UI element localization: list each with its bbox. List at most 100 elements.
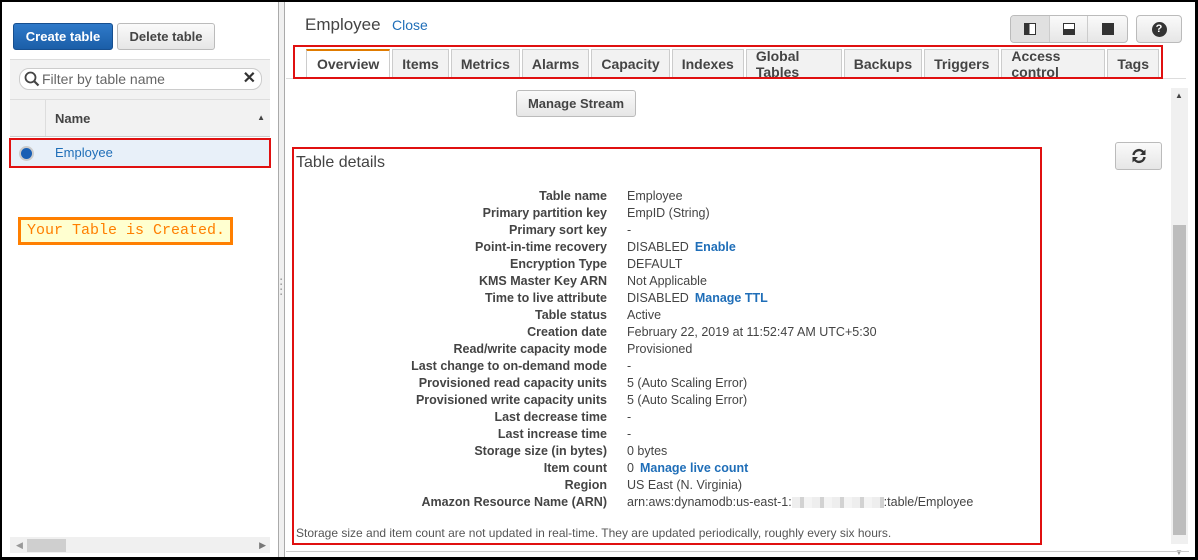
filter-bar: ✕ bbox=[10, 59, 270, 99]
sort-ascending-icon[interactable]: ▲ bbox=[257, 113, 265, 122]
create-table-button[interactable]: Create table bbox=[13, 23, 113, 50]
tab-overview[interactable]: Overview bbox=[306, 49, 391, 77]
detail-key: Region bbox=[564, 478, 607, 492]
detail-value: Provisioned bbox=[627, 341, 692, 358]
detail-action-link[interactable]: Manage TTL bbox=[695, 291, 768, 305]
filter-input[interactable] bbox=[42, 71, 237, 87]
scrollbar-thumb[interactable] bbox=[1173, 225, 1186, 535]
detail-value: - bbox=[627, 222, 631, 239]
view-mode-group bbox=[1010, 15, 1128, 43]
detail-value-text: - bbox=[627, 410, 632, 424]
tab-tags[interactable]: Tags bbox=[1107, 49, 1159, 77]
scrollbar-thumb[interactable] bbox=[27, 539, 66, 552]
table-details-section: Table details Table name Employee Primary … bbox=[292, 147, 1042, 545]
vertical-scrollbar[interactable]: ▲ ▼ bbox=[1171, 88, 1188, 557]
detail-value: - bbox=[627, 409, 631, 426]
detail-key: KMS Master Key ARN bbox=[478, 274, 607, 288]
drag-handle-icon[interactable]: ▪ ▪ ▪ ▪ bbox=[280, 277, 282, 298]
detail-row: KMS Master Key ARN Not Applicable bbox=[294, 273, 1034, 290]
detail-key: Last decrease time bbox=[494, 410, 607, 424]
manage-stream-button[interactable]: Manage Stream bbox=[516, 90, 636, 117]
detail-value: Active bbox=[627, 307, 661, 324]
row-radio-selected[interactable] bbox=[19, 146, 34, 161]
detail-row: Primary sort key - bbox=[294, 222, 1034, 239]
annotation-table-created: Your Table is Created. bbox=[18, 217, 233, 245]
detail-value-text: - bbox=[627, 223, 632, 237]
storage-update-note: Storage size and item count are not upda… bbox=[296, 526, 892, 540]
tab-triggers[interactable]: Triggers bbox=[924, 49, 1000, 77]
detail-value-text: 5 (Auto Scaling Error) bbox=[627, 376, 748, 390]
tab-items[interactable]: Items bbox=[392, 49, 449, 77]
scroll-right-icon[interactable]: ▶ bbox=[259, 540, 266, 551]
detail-row: Encryption Type DEFAULT bbox=[294, 256, 1034, 273]
full-icon bbox=[1101, 23, 1114, 35]
view-split-vertical-button[interactable] bbox=[1011, 16, 1050, 42]
detail-value-text: 0 bytes bbox=[627, 444, 668, 458]
detail-value-text: Active bbox=[627, 308, 662, 322]
panel-splitter[interactable]: ▪ ▪ ▪ ▪ bbox=[278, 2, 285, 557]
detail-value-text: February 22, 2019 at 11:52:47 AM UTC+5:3… bbox=[627, 325, 877, 339]
detail-key: Point-in-time recovery bbox=[475, 240, 607, 254]
detail-key: Item count bbox=[543, 461, 607, 475]
detail-key: Primary sort key bbox=[509, 223, 607, 237]
panel-bottom-border bbox=[286, 551, 1189, 552]
detail-value-text: 0 bbox=[627, 461, 634, 475]
table-name-link[interactable]: Employee bbox=[55, 145, 113, 160]
refresh-icon bbox=[1131, 148, 1146, 164]
tabs-highlight: Overview Items Metrics Alarms Capacity I… bbox=[293, 45, 1163, 80]
tab-access-control[interactable]: Access control bbox=[1001, 48, 1106, 80]
close-link[interactable]: Close bbox=[392, 17, 428, 33]
table-row[interactable]: Employee bbox=[9, 138, 271, 168]
delete-table-button[interactable]: Delete table bbox=[117, 23, 215, 50]
tab-bar: Overview Items Metrics Alarms Capacity I… bbox=[306, 48, 1161, 80]
detail-value: arn:aws:dynamodb:us-east-1::table/Employ… bbox=[627, 494, 973, 511]
dynamodb-console: Create table Delete table ✕ Name ▲ Emplo… bbox=[2, 2, 1195, 557]
column-header-name[interactable]: Name bbox=[55, 111, 90, 126]
detail-value-text: DISABLED bbox=[627, 240, 689, 254]
detail-action-link[interactable]: Manage live count bbox=[640, 461, 748, 475]
tab-indexes[interactable]: Indexes bbox=[671, 49, 744, 77]
detail-key: Last change to on-demand mode bbox=[411, 359, 607, 373]
detail-key: Time to live attribute bbox=[484, 291, 607, 305]
detail-value-text: Provisioned bbox=[627, 342, 693, 356]
filter-field[interactable]: ✕ bbox=[19, 68, 262, 90]
help-button[interactable]: ? bbox=[1136, 15, 1182, 43]
scroll-left-icon[interactable]: ◀ bbox=[16, 540, 23, 551]
detail-value-text: - bbox=[627, 359, 632, 373]
detail-value: 0 bytes bbox=[627, 443, 667, 460]
scroll-down-icon[interactable]: ▼ bbox=[1175, 548, 1183, 557]
detail-value: 5 (Auto Scaling Error) bbox=[627, 392, 747, 409]
detail-row: Point-in-time recovery DISABLED Enable bbox=[294, 239, 1034, 256]
view-split-horizontal-button[interactable] bbox=[1050, 16, 1089, 42]
help-icon: ? bbox=[1151, 21, 1167, 37]
detail-key: Storage size (in bytes) bbox=[474, 444, 607, 458]
clear-filter-icon[interactable]: ✕ bbox=[243, 71, 256, 87]
detail-value: Employee bbox=[627, 188, 683, 205]
table-detail-panel: Employee Close ? Overview Items Metrics … bbox=[286, 2, 1195, 557]
detail-value: 5 (Auto Scaling Error) bbox=[627, 375, 747, 392]
select-column-header bbox=[10, 100, 46, 136]
detail-value-text: EmpID (String) bbox=[627, 206, 710, 220]
detail-value-text: US East (N. Virginia) bbox=[627, 478, 743, 492]
detail-row: Read/write capacity mode Provisioned bbox=[294, 341, 1034, 358]
detail-value: - bbox=[627, 426, 631, 443]
detail-row: Item count 0 Manage live count bbox=[294, 460, 1034, 477]
detail-value-text: arn:aws:dynamodb:us-east-1: bbox=[627, 495, 792, 509]
selected-table-title: Employee bbox=[305, 15, 381, 34]
detail-key: Read/write capacity mode bbox=[453, 342, 607, 356]
tab-global-tables[interactable]: Global Tables bbox=[745, 48, 842, 80]
tab-capacity[interactable]: Capacity bbox=[591, 49, 670, 77]
tab-metrics[interactable]: Metrics bbox=[450, 49, 520, 77]
tab-alarms[interactable]: Alarms bbox=[521, 49, 590, 77]
detail-value-text: DEFAULT bbox=[627, 257, 683, 271]
detail-row: Storage size (in bytes) 0 bytes bbox=[294, 443, 1034, 460]
search-icon bbox=[24, 71, 40, 90]
scroll-up-icon[interactable]: ▲ bbox=[1175, 91, 1183, 100]
tab-backups[interactable]: Backups bbox=[843, 49, 923, 77]
horizontal-scrollbar[interactable]: ◀ ▶ bbox=[10, 537, 270, 553]
detail-action-link[interactable]: Enable bbox=[695, 240, 736, 254]
view-full-button[interactable] bbox=[1088, 16, 1127, 42]
detail-key: Encryption Type bbox=[509, 257, 607, 271]
detail-row: Time to live attribute DISABLED Manage TTL bbox=[294, 290, 1034, 307]
refresh-button[interactable] bbox=[1115, 142, 1162, 170]
